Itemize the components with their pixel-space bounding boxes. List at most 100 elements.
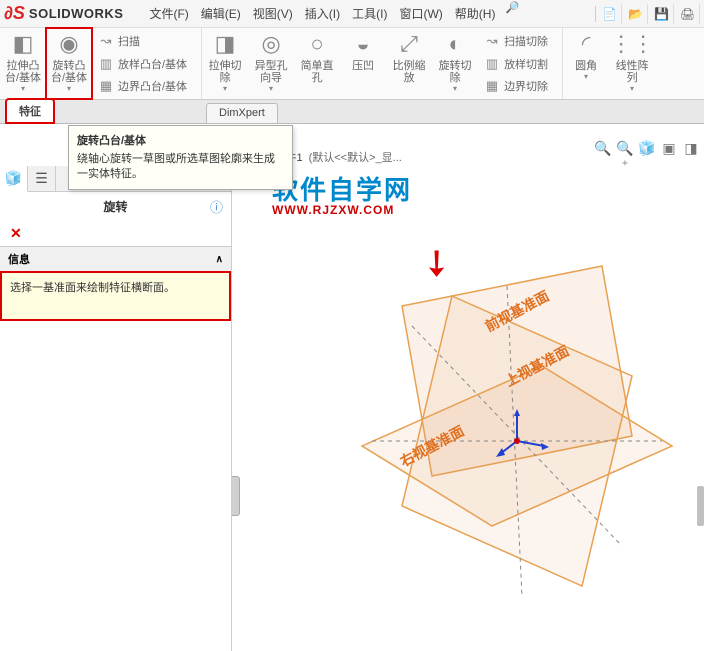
ribbon-revolve-boss[interactable]: ◉ 旋转凸台/基体 ▾ (46, 28, 92, 99)
scale-icon: ⤢ (395, 30, 423, 58)
logo-ds-icon: ∂S (4, 3, 25, 24)
indent-label: 压凹 (352, 60, 374, 72)
qat-print-icon[interactable]: 🖨 (676, 4, 700, 24)
dropdown-arrow-icon: ▾ (67, 84, 71, 93)
help-icon[interactable]: ⓘ (210, 197, 223, 216)
loft-cut-icon: ▥ (484, 56, 500, 72)
revolve-cut-icon: ◐ (441, 30, 469, 58)
watermark-cn: 软件自学网 (272, 170, 412, 207)
simple-hole-label: 简单直孔 (296, 60, 338, 84)
tab-dimxpert[interactable]: DimXpert (206, 103, 278, 123)
panel-tab-feature-tree[interactable]: 🧊 (0, 166, 28, 192)
watermark-en: WWW.RJZXW.COM (272, 203, 412, 217)
app-logo: ∂S SOLIDWORKS (4, 3, 123, 24)
doc-state: (默认<<默认>_显... (309, 149, 402, 165)
dropdown-arrow-icon: ▾ (21, 84, 25, 93)
menu-edit[interactable]: 编辑(E) (195, 1, 247, 26)
menu-search-icon[interactable]: 🔎 (505, 1, 519, 26)
origin-point[interactable] (514, 438, 520, 444)
panel-title: 旋转 (103, 198, 127, 215)
boundary-cut-icon: ▦ (484, 78, 500, 94)
flyout-handle[interactable] (232, 476, 240, 516)
ribbon-cut-extrude[interactable]: ◨ 拉伸切除 ▾ (202, 28, 248, 99)
tooltip-title: 旋转凸台/基体 (77, 132, 284, 148)
ribbon-fillet[interactable]: ◜ 圆角 ▾ (563, 28, 609, 99)
fillet-label: 圆角 (575, 60, 597, 72)
info-header[interactable]: 信息 ∧ (0, 247, 231, 271)
ribbon-scale[interactable]: ⤢ 比例缩放 (386, 28, 432, 99)
ribbon-sweep-cut[interactable]: ↝扫描切除 (480, 31, 552, 51)
ribbon-boundary[interactable]: ▦边界凸台/基体 (94, 76, 191, 96)
sweep-label: 扫描 (118, 33, 140, 49)
qat-new-icon[interactable]: 📄 (598, 4, 622, 24)
dropdown-arrow-icon: ▾ (584, 72, 588, 81)
ribbon-toolbar: ◧ 拉伸凸台/基体 ▾ ◉ 旋转凸台/基体 ▾ ↝扫描 ▥放样凸台/基体 ▦边界… (0, 28, 704, 100)
extrude-label: 拉伸凸台/基体 (2, 60, 44, 84)
menu-view[interactable]: 视图(V) (247, 1, 299, 26)
dropdown-arrow-icon: ▾ (453, 84, 457, 93)
boundary-cut-label: 边界切除 (504, 78, 548, 94)
qat-open-icon[interactable]: 📂 (624, 4, 648, 24)
loft-cut-label: 放样切割 (504, 56, 548, 72)
info-message: 选择一基准面来绘制特征横断面。 (0, 271, 231, 321)
tooltip-revolve: 旋转凸台/基体 绕轴心旋转一草图或所选草图轮廓来生成一实体特征。 (68, 125, 293, 190)
linear-pattern-icon: ⋮⋮ (618, 30, 646, 58)
qat-save-icon[interactable]: 💾 (650, 4, 674, 24)
sweep-cut-icon: ↝ (484, 33, 500, 49)
menu-file[interactable]: 文件(F) (143, 1, 194, 26)
cut-extrude-icon: ◨ (211, 30, 239, 58)
menu-insert[interactable]: 插入(I) (299, 1, 346, 26)
info-label: 信息 (8, 251, 30, 267)
quick-access-toolbar: 📄 📂 💾 🖨 (595, 4, 700, 24)
menu-help[interactable]: 帮助(H) (449, 1, 502, 26)
tooltip-body: 绕轴心旋转一草图或所选草图轮廓来生成一实体特征。 (77, 152, 284, 183)
ribbon-sep (193, 28, 202, 99)
dropdown-arrow-icon: ▾ (223, 84, 227, 93)
linear-pattern-label: 线性阵列 (611, 60, 653, 84)
panel-tab-property[interactable]: ☰ (28, 166, 56, 191)
revolve-cut-label: 旋转切除 (434, 60, 476, 84)
ribbon-revolve-cut[interactable]: ◐ 旋转切除 ▾ (432, 28, 478, 99)
ribbon-indent[interactable]: ◒ 压凹 (340, 28, 386, 99)
command-manager-tabs: 特征 草图 评估 评估 DimXpert (0, 100, 704, 124)
indent-icon: ◒ (349, 30, 377, 58)
boundary-label: 边界凸台/基体 (118, 78, 187, 94)
ribbon-cut-stack: ↝扫描切除 ▥放样切割 ▦边界切除 (478, 28, 554, 99)
menu-items: 文件(F) 编辑(E) 视图(V) 插入(I) 工具(I) 窗口(W) 帮助(H… (143, 1, 519, 26)
loft-icon: ▥ (98, 56, 114, 72)
planes-svg (342, 246, 682, 606)
panel-header: 旋转 ⓘ (0, 192, 231, 221)
ribbon-hole-wizard[interactable]: ◎ 异型孔向导 ▾ (248, 28, 294, 99)
simple-hole-icon: ○ (303, 30, 331, 58)
scale-label: 比例缩放 (388, 60, 430, 84)
ribbon-loft-cut[interactable]: ▥放样切割 (480, 54, 552, 74)
ribbon-simple-hole[interactable]: ○ 简单直孔 (294, 28, 340, 99)
ribbon-boundary-cut[interactable]: ▦边界切除 (480, 76, 552, 96)
cancel-button[interactable]: ✕ (0, 221, 231, 246)
revolve-label: 旋转凸台/基体 (48, 60, 90, 84)
menu-window[interactable]: 窗口(W) (393, 1, 448, 26)
sweep-icon: ↝ (98, 33, 114, 49)
watermark: 软件自学网 WWW.RJZXW.COM (272, 170, 412, 217)
boundary-icon: ▦ (98, 78, 114, 94)
ribbon-sep2 (554, 28, 563, 99)
dropdown-arrow-icon: ▾ (630, 84, 634, 93)
scrollbar-vertical[interactable] (697, 486, 704, 526)
info-section: 信息 ∧ 选择一基准面来绘制特征横断面。 (0, 246, 231, 321)
hole-wizard-label: 异型孔向导 (250, 60, 292, 84)
dropdown-arrow-icon: ▾ (269, 84, 273, 93)
property-manager: 🧊 ☰ 旋转 ⓘ ✕ 信息 ∧ 选择一基准面来绘制特征横断面。 (0, 166, 232, 651)
tab-features[interactable]: 特征 (6, 99, 54, 123)
chevron-up-icon: ∧ (216, 254, 223, 265)
menu-tools[interactable]: 工具(I) (346, 1, 393, 26)
ribbon-sweep[interactable]: ↝扫描 (94, 31, 191, 51)
ribbon-loft[interactable]: ▥放样凸台/基体 (94, 54, 191, 74)
ribbon-linear-pattern[interactable]: ⋮⋮ 线性阵列 ▾ (609, 28, 655, 99)
logo-text: SOLIDWORKS (29, 6, 124, 21)
extrude-icon: ◧ (9, 30, 37, 58)
ribbon-extrude-boss[interactable]: ◧ 拉伸凸台/基体 ▾ (0, 28, 46, 99)
graphics-viewport[interactable]: 软件自学网 WWW.RJZXW.COM ➘ 前视基准面 上视基准面 右视基准面 (232, 166, 704, 651)
reference-planes: 前视基准面 上视基准面 右视基准面 (342, 246, 682, 606)
sweep-cut-label: 扫描切除 (504, 33, 548, 49)
ribbon-boss-stack: ↝扫描 ▥放样凸台/基体 ▦边界凸台/基体 (92, 28, 193, 99)
